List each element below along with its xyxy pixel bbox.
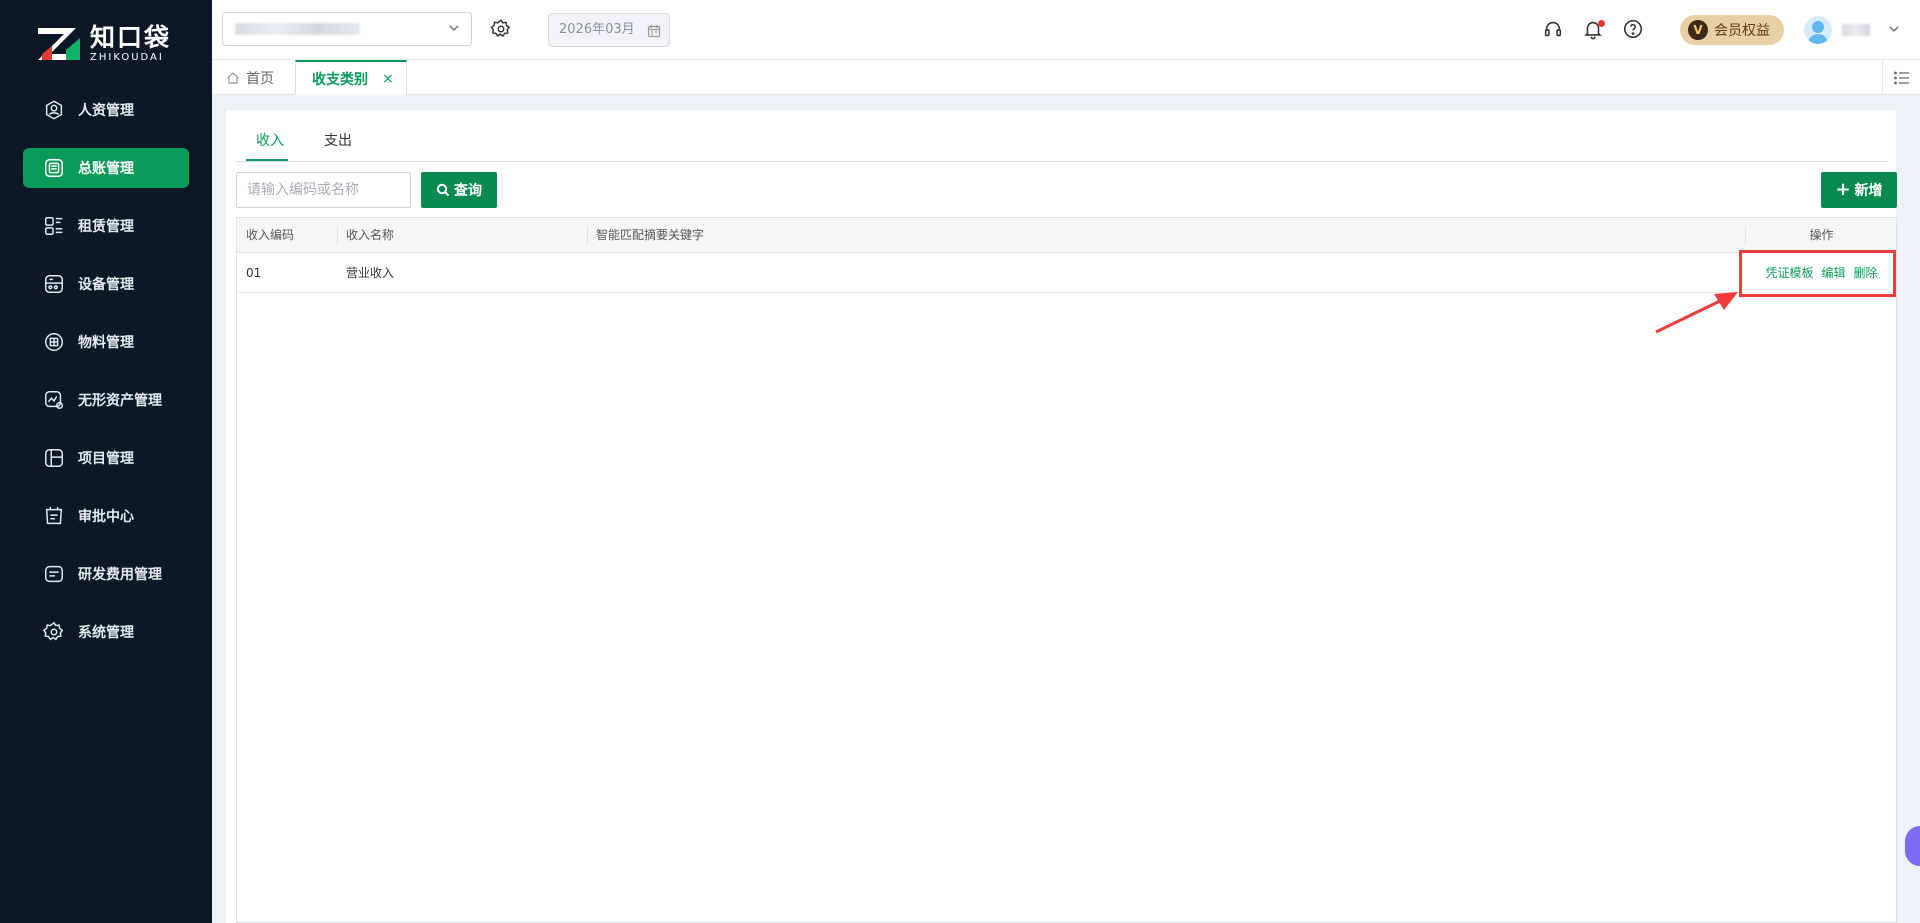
cell-name: 营业收入 xyxy=(346,266,395,280)
main-panel: 收入 支出 查询 + 新增 收入编码 收入名称 智能匹配摘要关键字 操作 01 … xyxy=(226,110,1897,923)
highlight-box xyxy=(1739,250,1896,297)
period-date-value: 2026年03月 xyxy=(559,22,635,37)
subtab-expense[interactable]: 支出 xyxy=(324,130,352,150)
chevron-down-icon[interactable] xyxy=(1888,23,1900,35)
sidebar-item-material[interactable]: 物料管理 xyxy=(23,322,189,362)
sidebar-item-label: 物料管理 xyxy=(78,335,134,351)
column-header-actions: 操作 xyxy=(1809,228,1834,242)
logo-mark-icon xyxy=(36,24,82,64)
tab-income-expense-category[interactable]: 收支类别 × xyxy=(295,60,407,95)
add-button[interactable]: + 新增 xyxy=(1821,172,1897,208)
tab-home-label: 首页 xyxy=(246,70,274,87)
list-menu-icon xyxy=(1893,71,1909,84)
table-header: 收入编码 收入名称 智能匹配摘要关键字 操作 xyxy=(237,218,1896,253)
plus-icon: + xyxy=(1835,179,1851,200)
tab-close-icon[interactable]: × xyxy=(382,71,394,87)
intangible-icon xyxy=(43,389,65,411)
query-button-label: 查询 xyxy=(454,183,482,199)
tab-active-label: 收支类别 xyxy=(312,71,368,88)
chevron-down-icon xyxy=(449,25,459,31)
period-date-picker[interactable]: 2026年03月 xyxy=(548,13,670,47)
member-benefits-button[interactable]: V 会员权益 xyxy=(1680,15,1784,45)
user-name-redacted[interactable] xyxy=(1842,24,1870,36)
ledger-icon xyxy=(43,157,65,179)
sidebar-item-rd[interactable]: 研发费用管理 xyxy=(23,554,189,594)
calendar-icon xyxy=(647,25,661,38)
sidebar-menu: 人资管理 总账管理 租赁管理 设备管理 物料管理 无形资产管理 项目管理 审批中… xyxy=(0,90,212,670)
logo-text-cn: 知口袋 xyxy=(90,23,172,52)
lease-icon xyxy=(43,215,65,237)
search-input[interactable] xyxy=(236,172,411,208)
column-header-name: 收入名称 xyxy=(346,228,395,242)
sidebar-item-label: 租赁管理 xyxy=(78,219,134,235)
column-header-code: 收入编码 xyxy=(246,228,295,242)
page-tabs-bar: 首页 收支类别 × xyxy=(212,60,1920,95)
sidebar-item-lease[interactable]: 租赁管理 xyxy=(23,206,189,246)
sidebar-item-label: 系统管理 xyxy=(78,625,134,641)
chat-bubble-icon[interactable] xyxy=(1905,826,1920,866)
approval-icon xyxy=(43,505,65,527)
material-icon xyxy=(43,331,65,353)
project-icon xyxy=(43,447,65,469)
income-category-table: 收入编码 收入名称 智能匹配摘要关键字 操作 01 营业收入 凭证模板 编辑 删除 xyxy=(236,217,1897,923)
user-avatar[interactable] xyxy=(1804,16,1832,44)
sidebar: 知口袋 ZHIKOUDAI 人资管理 总账管理 租赁管理 设备管理 物料管理 无… xyxy=(0,0,212,923)
top-header: 2026年03月 V 会员权益 xyxy=(212,0,1920,60)
sidebar-item-label: 项目管理 xyxy=(78,451,134,467)
sidebar-item-label: 人资管理 xyxy=(78,103,134,119)
help-icon[interactable] xyxy=(1622,18,1644,40)
company-name-redacted xyxy=(235,23,360,35)
subtab-active-indicator xyxy=(246,159,288,161)
sidebar-item-label: 无形资产管理 xyxy=(78,393,162,409)
sidebar-item-project[interactable]: 项目管理 xyxy=(23,438,189,478)
logo-text-en: ZHIKOUDAI xyxy=(90,52,164,63)
rd-icon xyxy=(43,563,65,585)
cell-keywords xyxy=(587,253,1687,293)
cell-code: 01 xyxy=(246,266,262,280)
sidebar-item-intangible[interactable]: 无形资产管理 xyxy=(23,380,189,420)
logo[interactable]: 知口袋 ZHIKOUDAI xyxy=(36,22,171,66)
sidebar-item-approval[interactable]: 审批中心 xyxy=(23,496,189,536)
sidebar-item-device[interactable]: 设备管理 xyxy=(23,264,189,304)
sidebar-item-label: 审批中心 xyxy=(78,509,134,525)
tab-home[interactable]: 首页 xyxy=(226,60,274,95)
column-header-keywords: 智能匹配摘要关键字 xyxy=(596,228,705,242)
home-icon xyxy=(227,71,239,84)
annotation-arrow-icon xyxy=(1655,292,1738,334)
sidebar-item-label: 研发费用管理 xyxy=(78,567,162,583)
sidebar-item-system[interactable]: 系统管理 xyxy=(23,612,189,652)
sidebar-item-general-ledger[interactable]: 总账管理 xyxy=(23,148,189,188)
search-icon xyxy=(436,183,450,197)
gear-icon xyxy=(43,621,65,643)
headset-icon[interactable] xyxy=(1542,18,1564,40)
notification-dot xyxy=(1598,20,1605,27)
query-button[interactable]: 查询 xyxy=(421,172,497,208)
member-benefits-label: 会员权益 xyxy=(1714,23,1770,39)
tabs-list-menu[interactable] xyxy=(1882,60,1920,95)
sidebar-item-label: 设备管理 xyxy=(78,277,134,293)
sidebar-item-label: 总账管理 xyxy=(78,161,134,177)
company-select[interactable] xyxy=(222,12,472,46)
table-row: 01 营业收入 凭证模板 编辑 删除 xyxy=(237,253,1896,293)
person-icon xyxy=(43,99,65,121)
category-subtabs: 收入 支出 xyxy=(236,110,1888,162)
device-icon xyxy=(43,273,65,295)
vip-badge-icon: V xyxy=(1688,20,1708,40)
subtab-income[interactable]: 收入 xyxy=(256,130,284,150)
settings-gear-icon[interactable] xyxy=(490,18,512,40)
add-button-label: 新增 xyxy=(1854,183,1883,199)
sidebar-item-hr[interactable]: 人资管理 xyxy=(23,90,189,130)
